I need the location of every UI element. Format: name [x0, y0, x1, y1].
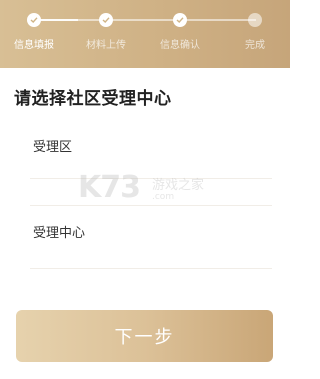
watermark-name: 游戏之家: [152, 178, 205, 193]
watermark-logo: K73: [78, 170, 141, 205]
option-item-center[interactable]: 受理中心: [0, 206, 290, 262]
option-label: 受理区: [33, 140, 73, 155]
step-3-check-icon: [173, 13, 187, 27]
next-button[interactable]: 下一步: [16, 310, 273, 362]
step-label-4: 完成: [245, 40, 265, 51]
divider: [30, 268, 272, 269]
step-label-1: 信息填报: [14, 40, 54, 51]
progress-header: 信息填报 材料上传 信息确认 完成: [0, 0, 290, 68]
page-title: 请选择社区受理中心: [14, 89, 172, 109]
option-item-district[interactable]: 受理区: [0, 120, 290, 176]
watermark-url: .com: [152, 192, 175, 202]
step-4-dot-icon: [248, 13, 262, 27]
option-label: 受理中心: [33, 226, 86, 241]
step-label-3: 信息确认: [160, 40, 200, 51]
step-label-2: 材料上传: [86, 40, 126, 51]
watermark: K73 游戏之家 .com: [78, 170, 218, 210]
step-1-check-icon: [27, 13, 41, 27]
step-2-check-icon: [99, 13, 113, 27]
